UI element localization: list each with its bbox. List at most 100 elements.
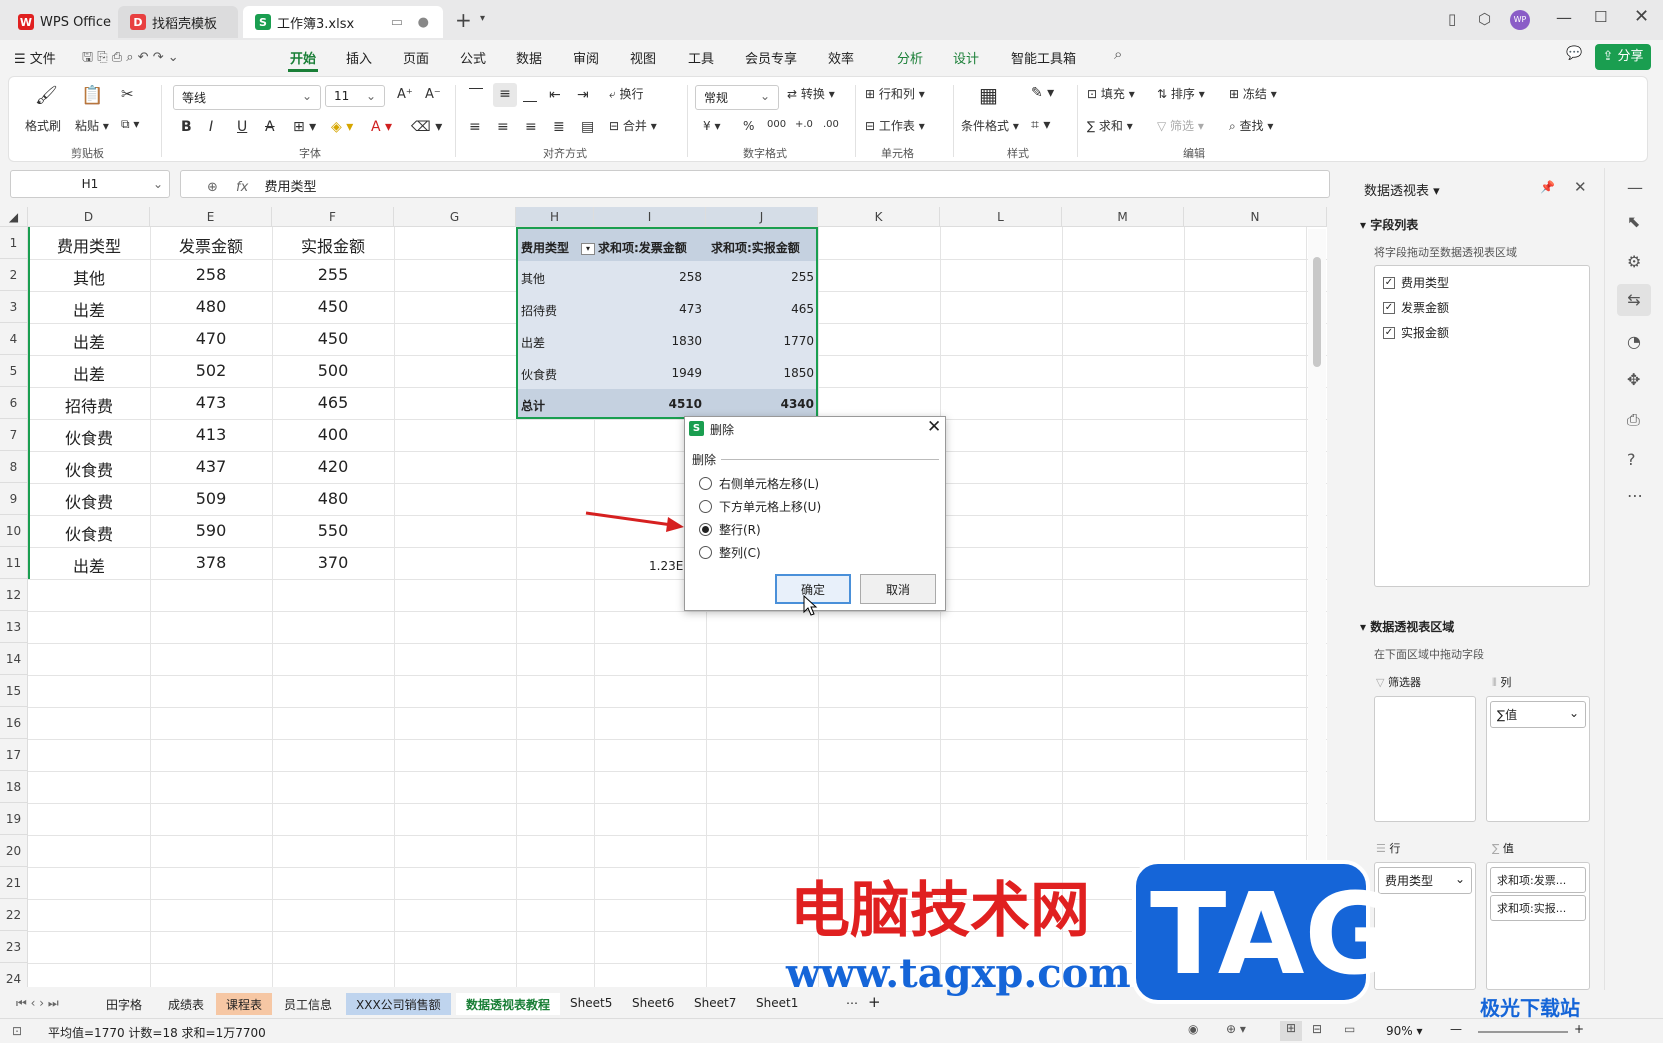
field-checkbox-reported[interactable]: ✓ 实报金额 xyxy=(1383,324,1449,341)
justify-icon[interactable]: ≣ xyxy=(553,119,565,135)
bold-icon[interactable]: B xyxy=(181,119,192,135)
row-header[interactable]: 24 xyxy=(0,963,28,987)
share-button[interactable]: ⇪ 分享 xyxy=(1595,44,1651,70)
sheet-tab[interactable]: Sheet7 xyxy=(684,993,746,1015)
fx-icon[interactable]: fx xyxy=(236,180,248,195)
menu-analyze[interactable]: 分析 xyxy=(897,48,923,67)
indent-icon[interactable]: ⇥ xyxy=(577,87,589,103)
distributed-icon[interactable]: ▤ xyxy=(581,119,594,135)
column-header[interactable]: I xyxy=(594,207,706,227)
row-header[interactable]: 3 xyxy=(0,291,28,323)
row-header[interactable]: 13 xyxy=(0,611,28,643)
new-tab-icon[interactable]: + xyxy=(455,8,472,32)
select-all-corner[interactable]: ◢ xyxy=(0,207,28,227)
data-cell[interactable]: 招待费 xyxy=(28,393,150,417)
field-list-header[interactable]: ▾ 字段列表 xyxy=(1360,216,1418,233)
underline-icon[interactable]: U xyxy=(237,119,247,135)
row-header[interactable]: 18 xyxy=(0,771,28,803)
find-button[interactable]: ⌕ 查找 ▾ xyxy=(1229,117,1273,134)
align-top-icon[interactable]: ⎺ xyxy=(469,87,483,103)
data-cell[interactable]: 450 xyxy=(272,329,394,348)
pivot-value[interactable]: 1830 xyxy=(671,334,702,348)
pivot-row-label[interactable]: 出差 xyxy=(521,334,545,351)
status-stats[interactable]: 平均值=1770 计数=18 求和=1万7700 xyxy=(48,1024,266,1041)
thousands-icon[interactable]: 000 xyxy=(767,119,786,130)
data-cell[interactable]: 400 xyxy=(272,425,394,444)
settings-sliders-icon[interactable]: ⚙ xyxy=(1627,252,1641,271)
data-cell[interactable]: 473 xyxy=(150,393,272,412)
menu-data[interactable]: 数据 xyxy=(516,48,542,67)
bookmark-icon[interactable]: ⎙ xyxy=(1627,410,1640,430)
tools-icon[interactable]: ✥ xyxy=(1627,370,1640,389)
sheet-nav-icons[interactable]: ⏮ ‹ › ⏭ xyxy=(6,993,69,1015)
worksheet-button[interactable]: ⊟ 工作表 ▾ xyxy=(865,117,925,134)
file-menu[interactable]: ☰ 文件 xyxy=(14,48,56,67)
row-header[interactable]: 19 xyxy=(0,803,28,835)
column-header[interactable]: N xyxy=(1184,207,1327,227)
font-color-icon[interactable]: A ▾ xyxy=(371,119,392,135)
data-cell[interactable]: 450 xyxy=(272,297,394,316)
data-cell[interactable]: 480 xyxy=(272,489,394,508)
decrease-decimal-icon[interactable]: .00 xyxy=(823,119,839,130)
menu-home[interactable]: 开始 xyxy=(290,48,316,67)
cut-icon[interactable]: ✂ xyxy=(121,85,134,103)
copy-icon[interactable]: ⧉ ▾ xyxy=(121,117,139,132)
align-right-icon[interactable]: ≡ xyxy=(525,119,537,135)
pivot-value[interactable]: 258 xyxy=(679,270,702,284)
chart-icon[interactable]: ◔ xyxy=(1627,332,1641,351)
menu-review[interactable]: 审阅 xyxy=(573,48,599,67)
sheet-tab[interactable]: Sheet5 xyxy=(560,993,622,1015)
scrollbar-thumb[interactable] xyxy=(1313,257,1321,367)
row-header[interactable]: 21 xyxy=(0,867,28,899)
format-painter-button[interactable]: 格式刷 xyxy=(25,117,61,134)
pivot-value[interactable]: 465 xyxy=(791,302,814,316)
pivot-value[interactable]: 1770 xyxy=(783,334,814,348)
data-cell[interactable]: 437 xyxy=(150,457,272,476)
data-cell[interactable]: 590 xyxy=(150,521,272,540)
wrap-button[interactable]: ⤶ 换行 xyxy=(609,85,644,102)
row-header[interactable]: 14 xyxy=(0,643,28,675)
font-name-select[interactable]: 等线 ⌄ xyxy=(173,85,321,110)
data-cell[interactable]: 502 xyxy=(150,361,272,380)
fill-color-icon[interactable]: ◈ ▾ xyxy=(331,119,353,135)
border-icon[interactable]: ⊞ ▾ xyxy=(293,119,316,135)
font-size-select[interactable]: 11 ⌄ xyxy=(325,85,385,107)
layout-icon[interactable]: ▯ xyxy=(1448,10,1456,28)
radio-entire-row[interactable]: 整行(R) xyxy=(699,521,761,538)
tab-workbook[interactable]: S 工作簿3.xlsx ▭ ● xyxy=(243,6,443,38)
data-cell[interactable]: 378 xyxy=(150,553,272,572)
data-cell[interactable]: 出差 xyxy=(28,329,150,353)
panel-title[interactable]: 数据透视表 ▾ xyxy=(1364,180,1440,199)
data-cell[interactable]: 258 xyxy=(150,265,272,284)
fill-button[interactable]: ⊡ 填充 ▾ xyxy=(1087,85,1135,102)
menu-design[interactable]: 设计 xyxy=(953,48,979,67)
cell-style-icon[interactable]: ✎ ▾ xyxy=(1031,85,1054,101)
row-header[interactable]: 4 xyxy=(0,323,28,355)
freeze-button[interactable]: ⊞ 冻结 ▾ xyxy=(1229,85,1277,102)
zoom-formula-icon[interactable]: ⊕ xyxy=(207,180,218,195)
data-cell[interactable]: 出差 xyxy=(28,553,150,577)
row-header[interactable]: 20 xyxy=(0,835,28,867)
conditional-format-icon[interactable]: ▦ xyxy=(979,83,998,107)
pivot-row-label[interactable]: 伙食费 xyxy=(521,366,557,383)
column-header[interactable]: G xyxy=(394,207,516,227)
paste-button[interactable]: 粘贴 ▾ xyxy=(75,117,109,134)
collapse-icon[interactable]: — xyxy=(1627,178,1643,197)
convert-button[interactable]: ⇄ 转换 ▾ xyxy=(787,85,835,102)
minimize-icon[interactable]: — xyxy=(1556,8,1572,27)
data-cell[interactable]: 470 xyxy=(150,329,272,348)
data-cell[interactable]: 509 xyxy=(150,489,272,508)
strikethrough-icon[interactable]: A xyxy=(265,119,275,135)
font-shrink-icon[interactable]: A⁻ xyxy=(425,87,441,102)
data-cell[interactable]: 465 xyxy=(272,393,394,412)
pivot-filter-dropdown-icon[interactable]: ▾ xyxy=(581,243,595,255)
row-header[interactable]: 7 xyxy=(0,419,28,451)
menu-smart-tools[interactable]: 智能工具箱 xyxy=(1011,48,1076,67)
currency-icon[interactable]: ¥ ▾ xyxy=(703,119,720,133)
menu-tools[interactable]: 工具 xyxy=(688,48,714,67)
column-header[interactable]: J xyxy=(706,207,818,227)
row-header[interactable]: 22 xyxy=(0,899,28,931)
tab-wps-office[interactable]: W WPS Office xyxy=(6,6,114,38)
pivot-table[interactable]: 费用类型 ▾ 求和项:发票金额 求和项:实报金额 其他 258 255 招待费 473 4… xyxy=(516,227,818,419)
pivot-panel-icon[interactable]: ⇆ xyxy=(1617,284,1651,316)
